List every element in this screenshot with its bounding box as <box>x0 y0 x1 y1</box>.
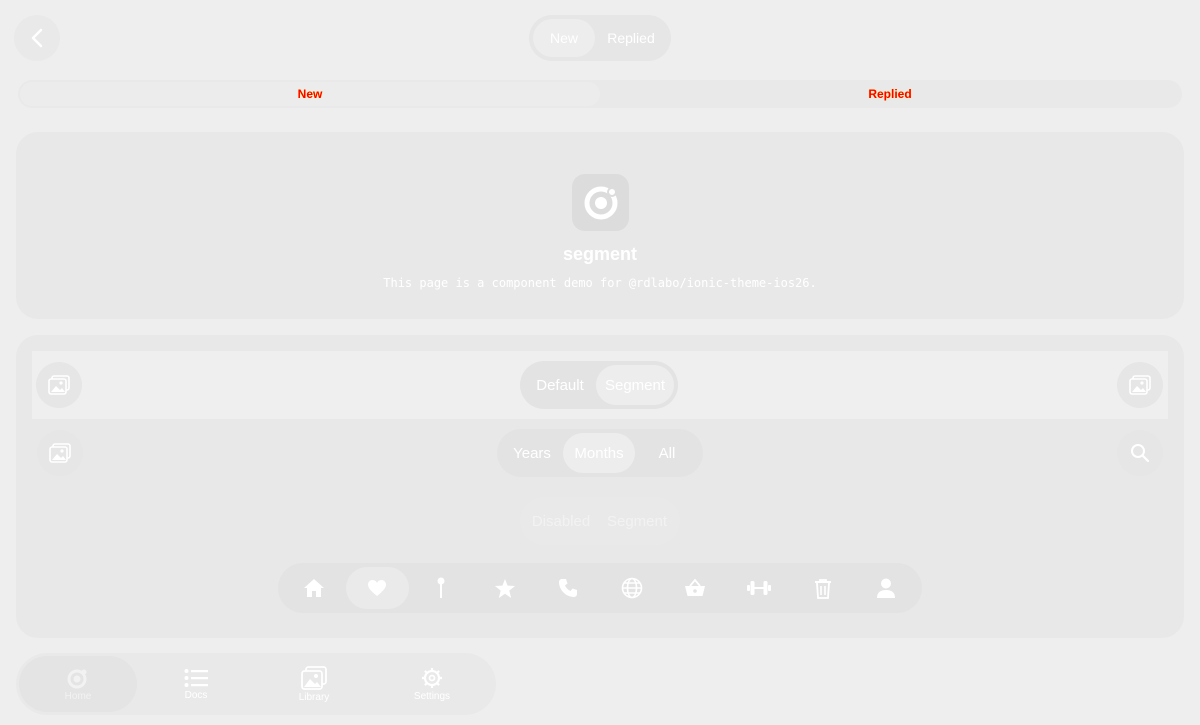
tab-label: Library <box>298 691 330 703</box>
row2-start-button[interactable] <box>37 430 83 476</box>
list-icon <box>184 668 208 688</box>
trash-icon <box>814 578 832 599</box>
segment-button-months[interactable]: Months <box>563 433 635 473</box>
wide-segment[interactable]: New Replied <box>18 80 1182 108</box>
wide-segment-button-new[interactable]: New <box>20 82 600 106</box>
person-icon <box>876 578 896 599</box>
segment-button-call[interactable] <box>536 567 600 609</box>
period-segment[interactable]: Years Months All <box>497 429 703 477</box>
settings-icon <box>421 667 443 689</box>
header-segment[interactable]: New Replied <box>529 15 671 61</box>
segment-button-person[interactable] <box>854 567 918 609</box>
tab-label: Docs <box>184 689 208 701</box>
segment-button-barbell[interactable] <box>727 567 791 609</box>
image-icon <box>48 375 70 395</box>
tab-library[interactable]: Library <box>255 656 373 712</box>
tab-docs[interactable]: Docs <box>137 656 255 712</box>
segment-button-years[interactable]: Years <box>501 433 563 473</box>
tab-settings[interactable]: Settings <box>373 656 491 712</box>
default-segment[interactable]: Default Segment <box>520 361 678 409</box>
toolbar-start-button[interactable] <box>36 362 82 408</box>
globe-icon <box>621 577 643 599</box>
segment-button-heart[interactable] <box>345 567 410 609</box>
images-icon <box>301 665 327 690</box>
pin-icon <box>436 577 446 599</box>
home-icon <box>303 578 325 598</box>
segment-button-pin[interactable] <box>409 567 473 609</box>
search-icon <box>1130 443 1150 463</box>
call-icon <box>558 578 578 598</box>
ionic-logo-icon <box>572 174 629 231</box>
barbell-icon <box>746 580 771 596</box>
tab-label: Home <box>64 690 92 702</box>
chevron-back-icon <box>30 28 44 48</box>
intro-card: segment This page is a component demo fo… <box>16 132 1184 319</box>
demo-card: Default Segment Years Months All Disable… <box>16 335 1184 638</box>
segment-button-default[interactable]: Default <box>524 365 596 405</box>
image-icon <box>1129 375 1151 395</box>
segment-button-disabled: Disabled <box>531 512 591 530</box>
page-description: This page is a component demo for @rdlab… <box>383 276 817 290</box>
segment-button-all[interactable]: All <box>635 433 699 473</box>
heart-icon <box>367 579 387 597</box>
segment-button-globe[interactable] <box>600 567 664 609</box>
toolbar-end-button[interactable] <box>1117 362 1163 408</box>
segment-button-trash[interactable] <box>791 567 855 609</box>
segment-button-disabled-segment: Segment <box>606 512 668 530</box>
tab-bar: Home Docs Library Settings <box>16 653 496 715</box>
segment-button-replied[interactable]: Replied <box>595 19 667 57</box>
wide-segment-button-replied[interactable]: Replied <box>600 82 1180 106</box>
star-icon <box>494 578 516 599</box>
tab-label: Settings <box>413 690 451 702</box>
ionic-logo-icon <box>66 667 90 689</box>
search-button[interactable] <box>1117 430 1163 476</box>
basket-icon <box>684 578 706 598</box>
segment-button-new[interactable]: New <box>533 19 595 57</box>
icon-segment[interactable] <box>278 563 922 613</box>
disabled-segment: Disabled Segment <box>520 497 680 545</box>
segment-button-home[interactable] <box>282 567 346 609</box>
tab-home[interactable]: Home <box>19 656 137 712</box>
segment-button-star[interactable] <box>473 567 537 609</box>
page-title: segment <box>562 244 638 264</box>
image-icon <box>49 443 71 463</box>
segment-button-segment[interactable]: Segment <box>596 365 674 405</box>
segment-button-basket[interactable] <box>664 567 728 609</box>
back-button[interactable] <box>14 15 60 61</box>
